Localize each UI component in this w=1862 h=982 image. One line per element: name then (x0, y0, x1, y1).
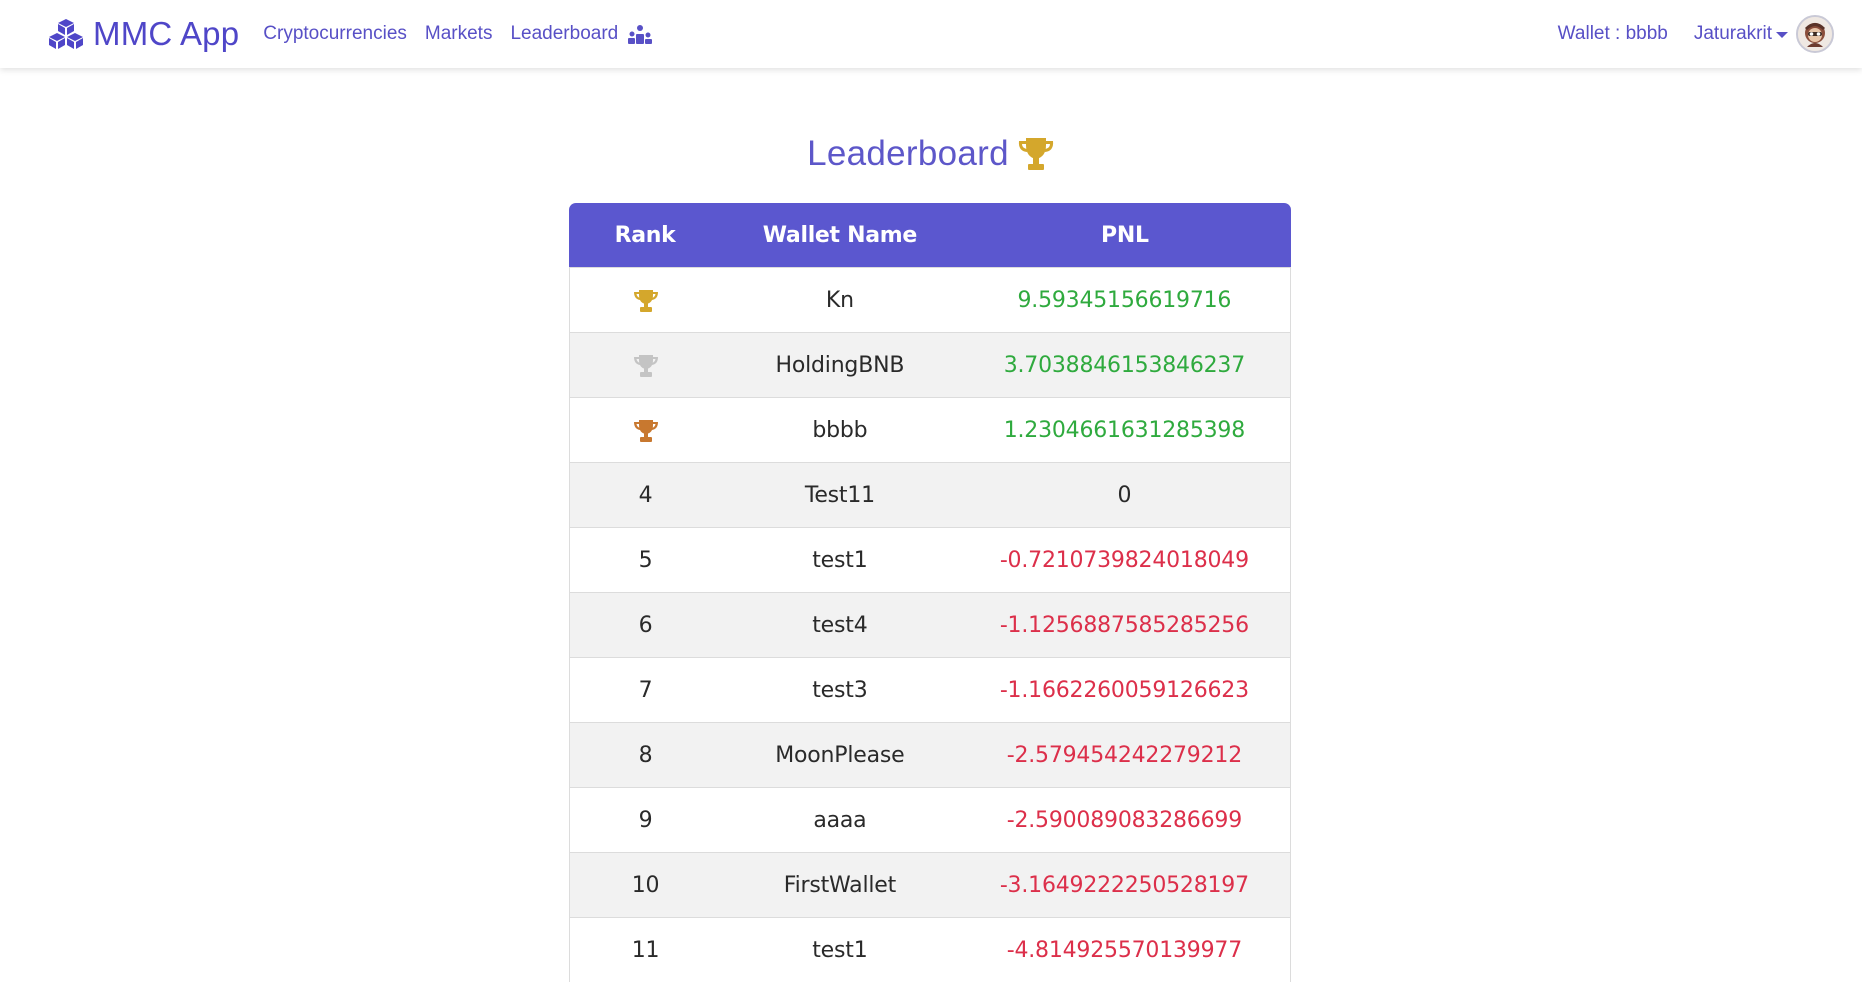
pnl-cell: 1.2304661631285398 (958, 397, 1291, 462)
table-row: 11 test1 -4.814925570139977 (569, 917, 1291, 982)
pnl-cell: -4.814925570139977 (958, 917, 1291, 982)
silver-trophy-icon (633, 354, 658, 377)
avatar-image (1798, 17, 1832, 51)
pnl-cell: -3.1649222250528197 (958, 852, 1291, 917)
rank-cell: 6 (569, 592, 722, 657)
table-row: Kn 9.59345156619716 (569, 267, 1291, 332)
pnl-cell: 3.7038846153846237 (958, 332, 1291, 397)
rank-cell: 4 (569, 462, 722, 527)
nav-leaderboard[interactable]: Leaderboard (510, 23, 653, 45)
nav-cryptocurrencies[interactable]: Cryptocurrencies (263, 23, 407, 45)
top-navbar: MMC App Cryptocurrencies Markets Leaderb… (0, 0, 1862, 68)
user-dropdown[interactable]: Jaturakrit (1694, 23, 1788, 45)
caret-down-icon (1776, 32, 1788, 38)
user-name: Jaturakrit (1693, 23, 1772, 44)
pnl-cell: -2.590089083286699 (958, 787, 1291, 852)
cubes-icon (49, 19, 83, 49)
header-pnl: PNL (958, 203, 1291, 267)
rank-cell (569, 397, 722, 462)
rank-cell (569, 267, 722, 332)
podium-icon (628, 25, 653, 44)
wallet-name-cell: test4 (721, 592, 959, 657)
pnl-cell: -2.579454242279212 (958, 722, 1291, 787)
wallet-name-cell: Test11 (721, 462, 959, 527)
pnl-cell: 9.59345156619716 (958, 267, 1291, 332)
table-row: 5 test1 -0.7210739824018049 (569, 527, 1291, 592)
table-row: HoldingBNB 3.7038846153846237 (569, 332, 1291, 397)
table-row: 7 test3 -1.1662260059126623 (569, 657, 1291, 722)
wallet-name-cell: bbbb (721, 397, 959, 462)
header-rank: Rank (569, 203, 722, 267)
rank-cell: 8 (569, 722, 722, 787)
header-wallet-name: Wallet Name (721, 203, 959, 267)
avatar[interactable] (1796, 15, 1834, 53)
rank-cell: 9 (569, 787, 722, 852)
leaderboard-table: Rank Wallet Name PNL Kn 9.59345156619716 H… (569, 203, 1291, 982)
page-title-row: Leaderboard (0, 134, 1862, 174)
rank-cell: 5 (569, 527, 722, 592)
table-row: 6 test4 -1.1256887585285256 (569, 592, 1291, 657)
brand-link[interactable]: MMC App (48, 15, 239, 53)
pnl-cell: -1.1662260059126623 (958, 657, 1291, 722)
wallet-name-cell: HoldingBNB (721, 332, 959, 397)
wallet-name-cell: MoonPlease (721, 722, 959, 787)
wallet-name-cell: aaaa (721, 787, 959, 852)
gold-trophy-icon (633, 289, 658, 312)
nav-markets[interactable]: Markets (425, 23, 493, 45)
wallet-name-cell: test1 (721, 917, 959, 982)
nav-leaderboard-label: Leaderboard (510, 23, 619, 44)
wallet-name-cell: FirstWallet (721, 852, 959, 917)
rank-cell: 11 (569, 917, 722, 982)
wallet-name-cell: test3 (721, 657, 959, 722)
pnl-cell: 0 (958, 462, 1291, 527)
table-header-row: Rank Wallet Name PNL (569, 203, 1291, 267)
table-row: 4 Test11 0 (569, 462, 1291, 527)
rank-cell (569, 332, 722, 397)
brand-name: MMC App (93, 15, 240, 52)
bronze-trophy-icon (633, 419, 658, 442)
rank-cell: 10 (569, 852, 722, 917)
page-title: Leaderboard (807, 134, 1009, 173)
table-row: bbbb 1.2304661631285398 (569, 397, 1291, 462)
table-row: 10 FirstWallet -3.1649222250528197 (569, 852, 1291, 917)
wallet-name-cell: Kn (721, 267, 959, 332)
trophy-icon (1018, 138, 1054, 170)
nav-links: Cryptocurrencies Markets Leaderboard (263, 23, 670, 45)
wallet-link[interactable]: Wallet : bbbb (1558, 23, 1668, 45)
pnl-cell: -0.7210739824018049 (958, 527, 1291, 592)
pnl-cell: -1.1256887585285256 (958, 592, 1291, 657)
rank-cell: 7 (569, 657, 722, 722)
nav-right: Wallet : bbbb Jaturakrit (1558, 0, 1862, 68)
table-row: 8 MoonPlease -2.579454242279212 (569, 722, 1291, 787)
wallet-name-cell: test1 (721, 527, 959, 592)
table-row: 9 aaaa -2.590089083286699 (569, 787, 1291, 852)
